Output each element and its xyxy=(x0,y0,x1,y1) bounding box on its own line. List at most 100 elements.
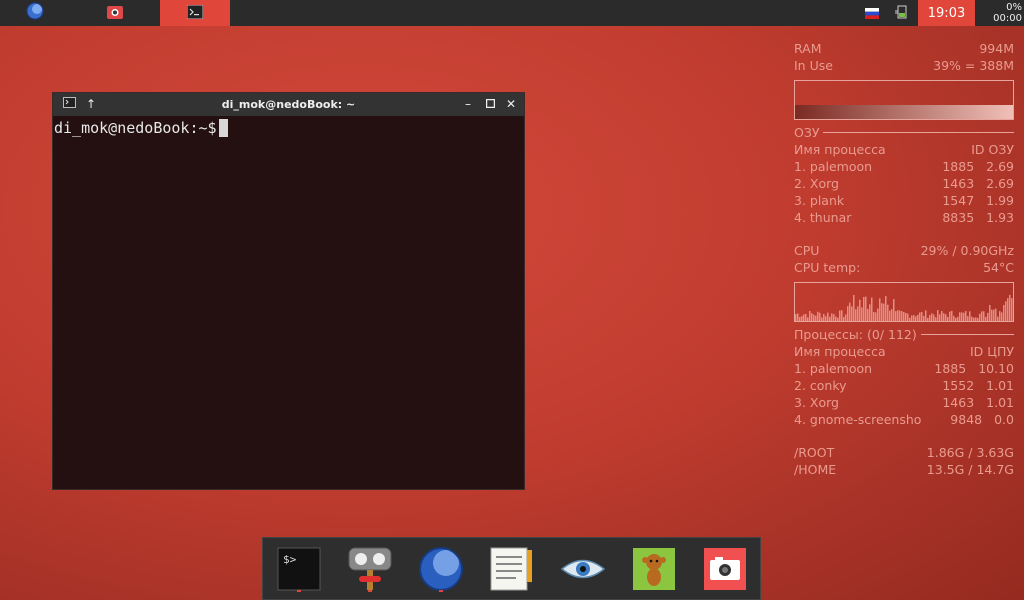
cpu-graph-bar xyxy=(821,317,823,321)
minimize-icon[interactable]: – xyxy=(461,97,475,111)
proc-id: 1885 xyxy=(934,361,967,376)
cpu-graph-bar xyxy=(1005,301,1007,321)
clock[interactable]: 19:03 xyxy=(918,0,975,26)
terminal-icon: $> xyxy=(276,547,322,596)
battery-icon xyxy=(894,4,908,23)
conky-monitor: RAM 994M In Use 39% = 388M ОЗУ Имя процесс… xyxy=(794,40,1014,478)
cpu-graph-bar xyxy=(975,317,977,321)
proc-id: 1552 xyxy=(942,378,975,393)
cpu-graph-bar xyxy=(989,305,991,321)
cpu-graph-bar xyxy=(939,314,941,321)
cpu-graph-bar xyxy=(981,311,983,321)
cpu-graph-bar xyxy=(827,312,829,321)
home-value: 13.5G / 14.7G xyxy=(926,462,1014,477)
cpu-graph-bar xyxy=(807,317,809,321)
proc-val: 1.01 xyxy=(986,378,1014,393)
terminal-cursor xyxy=(218,119,228,137)
cpu-label: CPU xyxy=(794,243,820,258)
dock-item-screenshot[interactable] xyxy=(702,546,748,592)
clock-time: 19:03 xyxy=(927,5,966,21)
cpu-graph-bar xyxy=(797,313,799,321)
cpu-header-cols: ID ЦПУ xyxy=(969,344,1014,359)
cpu-graph-bar xyxy=(877,308,879,321)
battery-percent: 0% xyxy=(1006,2,1022,13)
list-item: 2. Xorg 1463 2.69 xyxy=(794,175,1014,192)
top-panel: 19:03 0% 00:00 xyxy=(0,0,1024,26)
cpu-graph-bar xyxy=(995,308,997,321)
cpu-graph-bar xyxy=(829,316,831,321)
cpu-graph-bar xyxy=(915,316,917,321)
maximize-icon[interactable] xyxy=(483,97,497,111)
power-indicator[interactable] xyxy=(891,0,911,26)
cpu-graph-bar xyxy=(863,296,865,321)
cpu-graph-bar xyxy=(847,306,849,321)
cpu-graph-bar xyxy=(885,296,887,321)
cpu-graph-bar xyxy=(1011,298,1013,321)
cpu-graph-bar xyxy=(801,316,803,321)
home-label: /HOME xyxy=(794,462,837,477)
cpu-graph-svg xyxy=(795,294,1013,321)
close-icon[interactable]: ✕ xyxy=(504,97,518,111)
mem-table-header: Имя процесса ID ОЗУ xyxy=(794,141,1014,158)
cpu-graph-bar xyxy=(923,315,925,321)
dock-item-terminal[interactable]: $> xyxy=(276,546,322,592)
cpu-graph-bar xyxy=(835,316,837,321)
cpu-graph-bar xyxy=(805,313,807,321)
cpu-graph-bar xyxy=(809,310,811,321)
root-label: /ROOT xyxy=(794,445,835,460)
taskbar-item-palemoon[interactable] xyxy=(0,0,70,26)
proc-section-label: Процессы: (0/ 112) xyxy=(794,327,917,342)
cpu-graph-bar xyxy=(873,311,875,321)
cpu-graph-bar xyxy=(1003,305,1005,321)
proc-name: 2. conky xyxy=(794,378,847,393)
cpu-graph-bar xyxy=(851,306,853,321)
cpu-graph-bar xyxy=(1007,298,1009,321)
cpu-graph-bar xyxy=(969,311,971,321)
battery-time: 00:00 xyxy=(993,13,1022,24)
cpu-graph-bar xyxy=(833,314,835,321)
taskbar-item-screenshot[interactable] xyxy=(80,0,150,26)
list-item: 4. gnome-screensho 9848 0.0 xyxy=(794,411,1014,428)
cpu-graph-bar xyxy=(843,317,845,321)
proc-id: 1547 xyxy=(942,193,975,208)
cpu-graph-bar xyxy=(867,309,869,321)
terminal-window[interactable]: ↑ di_mok@nedoBook: ~ – ✕ di_mok@nedoBook… xyxy=(52,92,525,490)
keyboard-layout-indicator[interactable] xyxy=(862,0,882,26)
cpu-graph-bar xyxy=(875,312,877,321)
dock-item-system-tools[interactable] xyxy=(347,546,393,592)
mem-header-cols: ID ОЗУ xyxy=(971,142,1014,157)
cpu-graph-bar xyxy=(973,317,975,321)
dock-item-monkey-app[interactable] xyxy=(631,546,677,592)
cpu-graph-bar xyxy=(999,311,1001,321)
svg-text:$>: $> xyxy=(283,553,297,566)
dock-item-text-editor[interactable] xyxy=(489,546,535,592)
dock-item-viewer[interactable] xyxy=(560,546,606,592)
dock-item-palemoon[interactable] xyxy=(418,546,464,592)
cpu-graph-bar xyxy=(957,316,959,321)
cpu-graph-bar xyxy=(817,311,819,321)
cpu-graph-bar xyxy=(845,314,847,321)
mem-header-name: Имя процесса xyxy=(794,142,886,157)
proc-val: 0.0 xyxy=(994,412,1014,427)
palemoon-icon xyxy=(418,547,464,596)
cpu-graph-bar xyxy=(831,313,833,321)
terminal-content[interactable]: di_mok@nedoBook:~$ xyxy=(53,116,524,140)
inuse-row: In Use 39% = 388M xyxy=(794,57,1014,74)
cpu-graph-bar xyxy=(907,313,909,321)
cpu-graph-bar xyxy=(795,314,797,321)
cpu-graph-bar xyxy=(853,294,855,321)
cputemp-label: CPU temp: xyxy=(794,260,861,275)
list-item: 1. palemoon 1885 10.10 xyxy=(794,360,1014,377)
ram-row: RAM 994M xyxy=(794,40,1014,57)
proc-name: 1. palemoon xyxy=(794,159,873,174)
mem-section-header: ОЗУ xyxy=(794,124,1014,141)
cpu-graph-bar xyxy=(943,313,945,321)
home-row: /HOME 13.5G / 14.7G xyxy=(794,461,1014,478)
taskbar-item-terminal[interactable] xyxy=(160,0,230,26)
running-indicator xyxy=(439,590,443,592)
screenshot-app-icon xyxy=(107,4,123,23)
proc-val: 2.69 xyxy=(986,159,1014,174)
cpu-row: CPU 29% / 0.90GHz xyxy=(794,242,1014,259)
cpu-graph-bar xyxy=(979,313,981,321)
terminal-titlebar[interactable]: ↑ di_mok@nedoBook: ~ – ✕ xyxy=(53,93,524,116)
